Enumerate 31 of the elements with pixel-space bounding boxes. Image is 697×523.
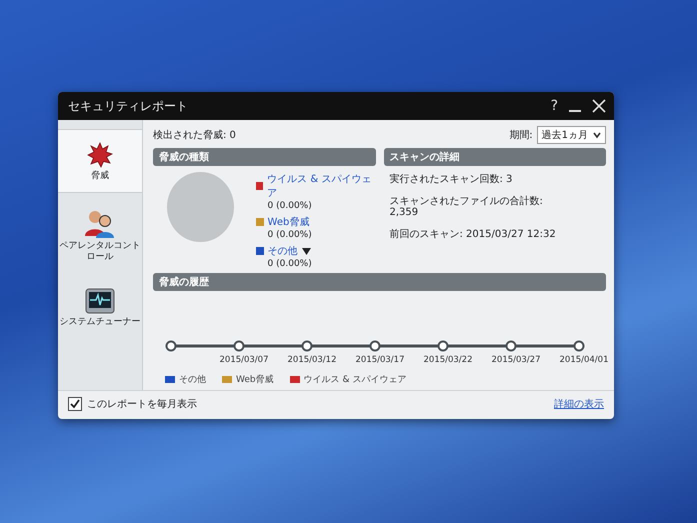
period-label: 期間: — [509, 128, 533, 142]
legend-label: その他 — [179, 374, 206, 386]
timeline-date: 2015/03/22 — [422, 355, 474, 365]
timeline-date: 2015/04/01 — [558, 355, 610, 365]
threat-count: 0 (0.00%) — [266, 201, 312, 211]
timeline-date: 2015/03/17 — [354, 355, 406, 365]
period-dropdown[interactable]: 過去1ヵ月 — [536, 126, 606, 144]
sidebar-tab[interactable]: システムチューナー — [58, 276, 142, 338]
scan-detail-text: 前回のスキャン: 2015/03/27 12:32 — [390, 228, 557, 240]
window-title: セキュリティレポート — [68, 98, 188, 114]
details-link[interactable]: 詳細の表示 — [554, 397, 604, 411]
threat-type-link[interactable]: その他 — [268, 244, 298, 258]
legend-label: ウイルス & スパイウェア — [304, 374, 406, 386]
timeline-date: 2015/03/27 — [490, 355, 542, 365]
section-header: 脅威の履歴 — [153, 273, 606, 291]
checkbox-label: このレポートを毎月表示 — [87, 398, 197, 411]
timeline-date: 2015/03/07 — [218, 355, 270, 365]
threat-count: 0 (0.00%) — [266, 259, 312, 269]
section-header: 脅威の種類 — [153, 148, 376, 166]
threat-count: 0 (0.00%) — [266, 230, 312, 240]
threat-count-text: 検出された脅威: 0 — [153, 128, 236, 142]
timeline-date: 2015/03/12 — [286, 355, 338, 365]
scan-detail-text: 実行されたスキャン回数: 3 — [390, 174, 514, 186]
sidebar-tab[interactable]: 脅威 — [58, 130, 142, 192]
help-button[interactable]: ? — [550, 98, 558, 114]
sidebar-tab[interactable]: ペアレンタルコントロール — [58, 196, 142, 272]
legend-label: Web脅威 — [236, 374, 274, 386]
scan-detail-text: スキャンされたファイルの合計数: 2,359 — [390, 196, 544, 218]
threat-type-link[interactable]: ウイルス & スパイウェア — [267, 172, 376, 200]
section-header: スキャンの詳細 — [384, 148, 606, 166]
threat-type-link[interactable]: Web脅威 — [268, 215, 310, 229]
